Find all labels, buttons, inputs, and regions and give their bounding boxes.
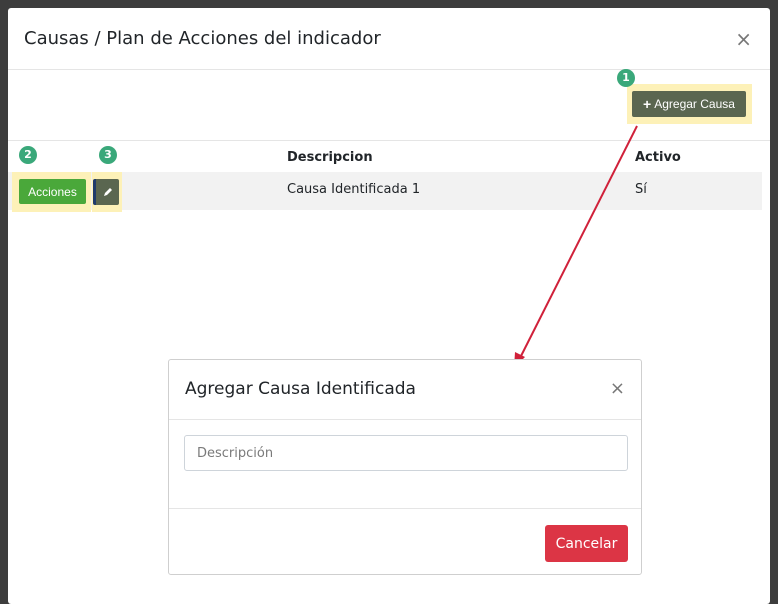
add-cause-dialog: Agregar Causa Identificada × Cancelar [168, 359, 642, 575]
descripcion-input[interactable] [184, 435, 628, 471]
dialog-title: Agregar Causa Identificada [185, 379, 416, 399]
dialog-footer-divider [169, 508, 641, 509]
dialog-header: Agregar Causa Identificada × [169, 360, 641, 420]
dialog-close-icon[interactable]: × [610, 378, 625, 399]
cancel-button[interactable]: Cancelar [545, 525, 628, 562]
